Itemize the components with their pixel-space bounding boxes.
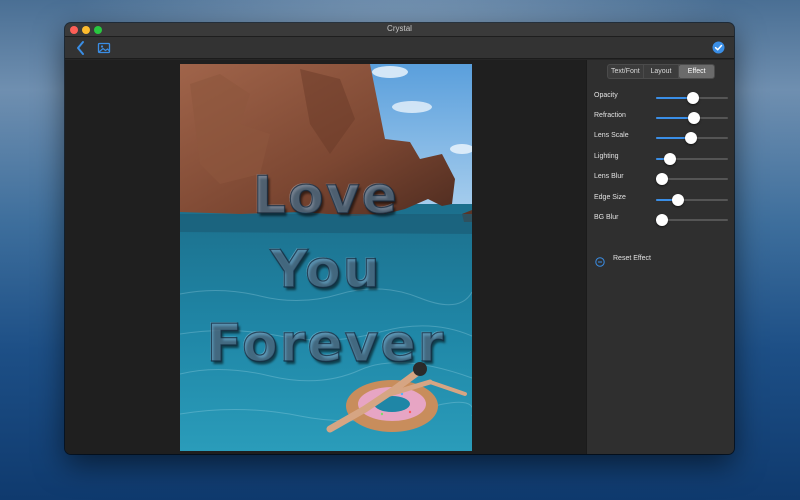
opacity-slider[interactable] bbox=[656, 92, 728, 104]
overlay-text-line[interactable]: Love bbox=[180, 165, 472, 226]
control-label: Edge Size bbox=[594, 194, 626, 201]
mode-tabs: Text/Font Layout Effect bbox=[607, 64, 715, 79]
lighting-slider[interactable] bbox=[656, 153, 728, 165]
slider-knob[interactable] bbox=[671, 194, 684, 206]
refraction-slider[interactable] bbox=[656, 112, 728, 124]
bg-blur-slider[interactable] bbox=[655, 214, 728, 226]
tab-layout[interactable]: Layout bbox=[644, 65, 680, 78]
control-label: BG Blur bbox=[594, 214, 619, 221]
photo-canvas[interactable]: Love You Forever bbox=[180, 64, 472, 451]
reset-effect-label: Reset Effect bbox=[613, 255, 652, 262]
control-edge-size: Edge Size bbox=[594, 192, 729, 206]
minus-circle-icon bbox=[595, 254, 605, 267]
checkmark-circle-icon[interactable] bbox=[712, 41, 725, 54]
slider-knob[interactable] bbox=[664, 153, 677, 165]
window-title: Crystal bbox=[387, 24, 412, 33]
chevron-left-icon[interactable] bbox=[74, 40, 88, 56]
control-label: Lens Blur bbox=[594, 173, 624, 180]
app-window: Crystal Love You Forever Text/Font Layou… bbox=[65, 23, 734, 454]
overlay-text-line[interactable]: You bbox=[180, 239, 472, 300]
tab-effect[interactable]: Effect bbox=[679, 65, 715, 78]
control-lens-scale: Lens Scale bbox=[594, 130, 729, 144]
control-lighting: Lighting bbox=[594, 151, 729, 165]
control-label: Refraction bbox=[594, 112, 626, 119]
lens-blur-slider[interactable] bbox=[655, 173, 728, 185]
edge-size-slider[interactable] bbox=[656, 194, 728, 206]
toolbar bbox=[65, 37, 734, 59]
photo-icon[interactable] bbox=[97, 41, 111, 55]
control-bg-blur: BG Blur bbox=[594, 212, 729, 226]
slider-knob[interactable] bbox=[687, 92, 700, 104]
effect-sidebar: Text/Font Layout Effect Opacity Refracti… bbox=[586, 60, 734, 454]
control-label: Opacity bbox=[594, 92, 618, 99]
control-lens-blur: Lens Blur bbox=[594, 171, 729, 185]
lens-scale-slider[interactable] bbox=[656, 132, 728, 144]
control-label: Lens Scale bbox=[594, 132, 629, 139]
overlay-text-line[interactable]: Forever bbox=[180, 313, 472, 374]
slider-knob[interactable] bbox=[655, 173, 668, 185]
control-label: Lighting bbox=[594, 153, 619, 160]
slider-knob[interactable] bbox=[655, 214, 668, 226]
title-bar: Crystal bbox=[65, 23, 734, 37]
slider-knob[interactable] bbox=[685, 132, 698, 144]
control-refraction: Refraction bbox=[594, 110, 729, 124]
slider-knob[interactable] bbox=[688, 112, 701, 124]
tab-text-font[interactable]: Text/Font bbox=[608, 65, 644, 78]
canvas-area: Love You Forever bbox=[65, 60, 586, 454]
control-opacity: Opacity bbox=[594, 90, 729, 104]
